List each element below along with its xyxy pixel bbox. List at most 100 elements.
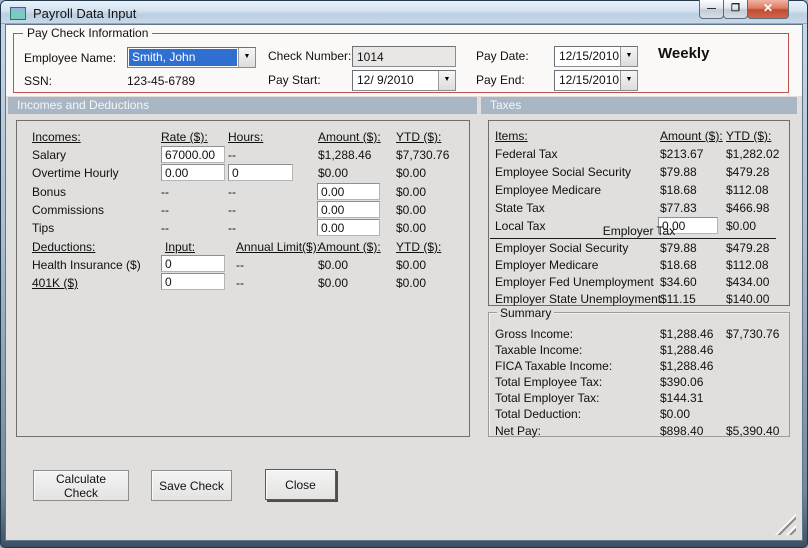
annual-limit-col-header: Annual Limit($): — [236, 240, 321, 254]
income-row-label: Salary — [32, 148, 67, 162]
chevron-down-icon[interactable]: ▼ — [238, 48, 255, 67]
pay-date-value: 12/15/2010 — [559, 49, 620, 63]
emp-medicare-amount: $18.68 — [660, 183, 697, 197]
tax-row-label: State Tax — [495, 201, 545, 215]
bonus-hours: -- — [228, 185, 236, 199]
employer-state-unemp-amount: $11.15 — [660, 292, 696, 306]
commissions-amount-input[interactable] — [317, 201, 380, 218]
401k-input[interactable] — [161, 273, 225, 290]
employer-fed-unemp-ytd: $434.00 — [726, 275, 770, 289]
employer-tax-header: Employer Tax — [602, 224, 676, 238]
income-row-label: Overtime Hourly — [32, 166, 119, 180]
state-tax-ytd: $466.98 — [726, 201, 770, 215]
401k-ytd: $0.00 — [396, 276, 427, 290]
check-number-label: Check Number: — [268, 49, 352, 63]
salary-hours: -- — [228, 148, 236, 162]
app-icon — [10, 7, 26, 20]
health-insurance-ytd: $0.00 — [396, 258, 427, 272]
gross-income-amount: $1,288.46 — [660, 327, 714, 341]
incomes-panel-header: Incomes and Deductions — [8, 97, 477, 114]
ytd-col-header: YTD ($): — [396, 130, 442, 144]
bonus-amount-input[interactable] — [317, 183, 380, 200]
tax-row-label: Federal Tax — [495, 147, 558, 161]
deductions-col-header: Deductions: — [32, 240, 96, 254]
summary-row-label: Total Employee Tax: — [495, 375, 603, 389]
employee-name-value: Smith, John — [129, 49, 237, 66]
overtime-rate-input[interactable] — [161, 164, 225, 181]
bonus-rate: -- — [161, 185, 169, 199]
pay-end-picker[interactable]: 12/15/2010 ▼ — [554, 70, 638, 91]
income-row-label: Tips — [32, 221, 55, 235]
employer-row-label: Employer State Unemployment — [495, 292, 662, 306]
chevron-down-icon[interactable]: ▼ — [438, 71, 455, 90]
401k-amount: $0.00 — [318, 276, 349, 290]
chevron-down-icon[interactable]: ▼ — [620, 71, 637, 90]
bonus-ytd: $0.00 — [396, 185, 427, 199]
deduction-row-label: Health Insurance ($) — [32, 258, 141, 272]
amount-col-header: Amount ($): — [660, 129, 723, 143]
employer-ss-amount: $79.88 — [660, 241, 697, 255]
pay-date-picker[interactable]: 12/15/2010 ▼ — [554, 46, 638, 67]
employer-medicare-ytd: $112.08 — [726, 258, 769, 272]
calculate-check-button[interactable]: Calculate Check — [33, 470, 129, 501]
tips-rate: -- — [161, 221, 169, 235]
federal-tax-amount: $213.67 — [660, 147, 704, 161]
summary-row-label: Total Employer Tax: — [495, 391, 600, 405]
federal-tax-ytd: $1,282.02 — [726, 147, 780, 161]
save-check-button[interactable]: Save Check — [151, 470, 232, 501]
state-tax-amount: $77.83 — [660, 201, 697, 215]
input-col-header: Input: — [165, 240, 196, 254]
amount-col-header: Amount ($): — [318, 130, 381, 144]
emp-ss-amount: $79.88 — [660, 165, 697, 179]
title-bar[interactable]: Payroll Data Input — [1, 1, 807, 24]
amount-col-header: Amount ($): — [318, 240, 381, 254]
tax-row-label: Employee Social Security — [495, 165, 632, 179]
pay-frequency-label: Weekly — [658, 45, 710, 62]
ssn-value: 123-45-6789 — [127, 74, 196, 88]
401k-link[interactable]: 401K ($) — [32, 276, 78, 290]
overtime-ytd: $0.00 — [396, 166, 427, 180]
employer-row-label: Employer Medicare — [495, 258, 599, 272]
maximize-button[interactable]: ❐ — [723, 0, 748, 19]
close-button[interactable]: ✕ — [747, 0, 789, 19]
fica-taxable-amount: $1,288.46 — [660, 359, 714, 373]
salary-amount: $1,288.46 — [318, 148, 372, 162]
hours-col-header: Hours: — [228, 130, 264, 144]
close-check-button[interactable]: Close — [265, 469, 336, 500]
employee-name-combo[interactable]: Smith, John ▼ — [127, 47, 256, 68]
employer-row-label: Employer Fed Unemployment — [495, 275, 654, 289]
pay-start-picker[interactable]: 12/ 9/2010 ▼ — [352, 70, 456, 91]
rate-col-header: Rate ($): — [161, 130, 208, 144]
ssn-label: SSN: — [24, 74, 53, 88]
incomes-col-header: Incomes: — [32, 130, 81, 144]
pay-end-value: 12/15/2010 — [559, 73, 620, 87]
chevron-down-icon[interactable]: ▼ — [620, 47, 637, 66]
taxes-panel-header: Taxes — [481, 97, 797, 114]
check-number-field[interactable] — [352, 46, 456, 67]
health-insurance-amount: $0.00 — [318, 258, 349, 272]
tips-amount-input[interactable] — [317, 219, 380, 236]
items-col-header: Items: — [495, 129, 528, 143]
window-title: Payroll Data Input — [33, 6, 137, 21]
tax-row-label: Employee Medicare — [495, 183, 602, 197]
minimize-button[interactable]: — — [699, 0, 724, 19]
income-row-label: Bonus — [32, 185, 67, 199]
salary-rate-input[interactable] — [161, 146, 225, 163]
overtime-hours-input[interactable] — [228, 164, 293, 181]
employer-tax-divider — [490, 238, 776, 239]
close-icon: ✕ — [762, 1, 774, 15]
summary-legend: Summary — [497, 306, 555, 320]
total-deduction-amount: $0.00 — [660, 407, 691, 421]
health-insurance-input[interactable] — [161, 255, 225, 272]
taxable-income-amount: $1,288.46 — [660, 343, 714, 357]
summary-row-label: FICA Taxable Income: — [495, 359, 613, 373]
ytd-col-header: YTD ($): — [726, 129, 772, 143]
employer-medicare-amount: $18.68 — [660, 258, 697, 272]
payroll-window: Payroll Data Input — ❐ ✕ Pay Check Infor… — [0, 0, 808, 548]
overtime-amount: $0.00 — [318, 166, 349, 180]
summary-row-label: Net Pay: — [495, 424, 542, 438]
employee-name-label: Employee Name: — [24, 51, 117, 65]
pay-start-label: Pay Start: — [268, 73, 321, 87]
employer-fed-unemp-amount: $34.60 — [660, 275, 697, 289]
income-row-label: Commissions — [32, 203, 105, 217]
